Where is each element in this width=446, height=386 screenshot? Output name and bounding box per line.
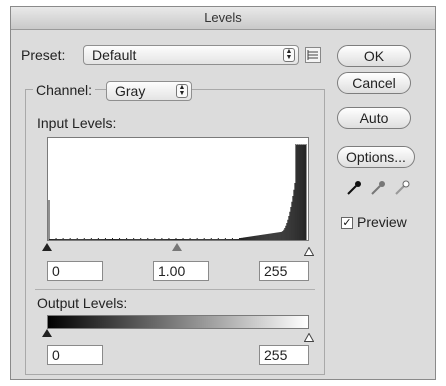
output-slider-track[interactable] bbox=[42, 329, 315, 342]
ok-button[interactable]: OK bbox=[337, 45, 411, 67]
input-white-field[interactable]: 255 bbox=[259, 261, 309, 281]
input-black-point-handle[interactable] bbox=[42, 243, 52, 251]
preset-dropdown[interactable]: Default ▲ ▼ bbox=[83, 45, 299, 65]
channel-label: Channel: bbox=[33, 82, 96, 98]
channel-stepper-icon: ▲ ▼ bbox=[176, 84, 188, 98]
preview-checkbox[interactable]: ✓ bbox=[341, 217, 353, 229]
white-eyedropper-icon[interactable] bbox=[393, 179, 411, 202]
dialog-title: Levels bbox=[11, 7, 435, 30]
input-levels-label: Input Levels: bbox=[37, 115, 117, 131]
levels-dialog: Levels Preset: Default ▲ ▼ OK Cancel Auto… bbox=[10, 6, 436, 380]
preset-stepper-icon: ▲ ▼ bbox=[283, 48, 295, 62]
preset-value: Default bbox=[92, 47, 137, 63]
auto-button[interactable]: Auto bbox=[337, 107, 411, 129]
output-gradient-bar bbox=[47, 315, 309, 329]
channel-value: Gray bbox=[115, 83, 146, 99]
output-black-field[interactable]: 0 bbox=[47, 345, 103, 365]
input-black-field[interactable]: 0 bbox=[47, 261, 103, 281]
input-gamma-handle[interactable] bbox=[172, 243, 182, 251]
black-eyedropper-icon[interactable] bbox=[345, 179, 363, 202]
cancel-button[interactable]: Cancel bbox=[337, 72, 411, 94]
preview-label: Preview bbox=[357, 214, 407, 230]
input-white-point-handle[interactable] bbox=[303, 243, 315, 261]
channel-dropdown[interactable]: Gray ▲ ▼ bbox=[106, 81, 192, 101]
gray-eyedropper-icon[interactable] bbox=[369, 179, 387, 202]
input-gamma-field[interactable]: 1.00 bbox=[153, 261, 209, 281]
output-white-field[interactable]: 255 bbox=[259, 345, 309, 365]
output-levels-label: Output Levels: bbox=[37, 295, 128, 311]
preset-label: Preset: bbox=[21, 47, 66, 63]
list-menu-icon[interactable] bbox=[305, 47, 321, 63]
input-slider-track[interactable] bbox=[42, 243, 315, 256]
options-button[interactable]: Options... bbox=[337, 146, 415, 168]
output-black-point-handle[interactable] bbox=[42, 329, 52, 337]
histogram bbox=[47, 137, 309, 241]
section-divider bbox=[35, 289, 315, 290]
